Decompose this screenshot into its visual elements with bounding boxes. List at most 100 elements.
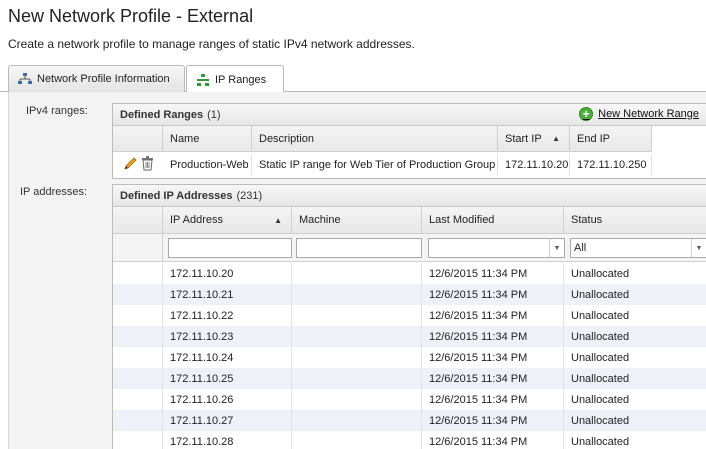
ip-addresses-table: IP Address ▲ Machine Last Modified Status… bbox=[113, 207, 706, 449]
column-header-machine[interactable]: Machine bbox=[292, 207, 422, 234]
defined-ip-addresses-header: Defined IP Addresses (231) bbox=[113, 185, 706, 207]
machine-cell bbox=[292, 389, 422, 410]
tab-network-profile-information[interactable]: Network Profile Information bbox=[8, 65, 185, 92]
column-header-name[interactable]: Name bbox=[163, 126, 252, 152]
status-cell: Unallocated bbox=[571, 330, 630, 343]
range-description: Static IP range for Web Tier of Producti… bbox=[252, 154, 498, 175]
ip-address-cell: 172.11.10.22 bbox=[163, 305, 292, 326]
status-cell: Unallocated bbox=[571, 393, 630, 406]
defined-ranges-header: Defined Ranges (1) + New Network Range bbox=[113, 104, 706, 126]
page-subtitle: Create a network profile to manage range… bbox=[8, 37, 415, 51]
ip-address-filter-input[interactable] bbox=[168, 238, 292, 258]
ip-address-cell: 172.11.10.23 bbox=[163, 326, 292, 347]
delete-icon[interactable] bbox=[141, 156, 154, 174]
ip-address-cell: 172.11.10.21 bbox=[163, 284, 292, 305]
last-modified-cell: 12/6/2015 11:34 PM bbox=[422, 263, 564, 284]
table-row[interactable]: 172.11.10.25 12/6/2015 11:34 PM Unallocate… bbox=[113, 368, 706, 389]
status-cell: Unallocated bbox=[571, 351, 630, 364]
row-gutter bbox=[113, 368, 163, 389]
last-modified-cell: 12/6/2015 11:34 PM bbox=[422, 305, 564, 326]
table-row[interactable]: 172.11.10.26 12/6/2015 11:34 PM Unallocate… bbox=[113, 389, 706, 410]
machine-cell bbox=[292, 368, 422, 389]
add-icon: + bbox=[579, 107, 594, 121]
table-row[interactable]: 172.11.10.21 12/6/2015 11:34 PM Unallocate… bbox=[113, 284, 706, 305]
status-cell: Unallocated bbox=[571, 414, 630, 427]
column-header-blank bbox=[113, 207, 163, 234]
row-gutter bbox=[113, 305, 163, 326]
machine-filter-input[interactable] bbox=[296, 238, 422, 258]
column-header-start-ip[interactable]: Start IP ▲ bbox=[498, 126, 570, 152]
row-gutter bbox=[113, 263, 163, 284]
new-network-range-link[interactable]: + New Network Range bbox=[579, 107, 699, 121]
table-row[interactable]: 172.11.10.23 12/6/2015 11:34 PM Unallocate… bbox=[113, 326, 706, 347]
last-modified-cell: 12/6/2015 11:34 PM bbox=[422, 431, 564, 449]
last-modified-cell: 12/6/2015 11:34 PM bbox=[422, 410, 564, 431]
ipv4-ranges-label: IPv4 ranges: bbox=[26, 105, 88, 117]
table-row[interactable]: 172.11.10.20 12/6/2015 11:34 PM Unallocate… bbox=[113, 263, 706, 284]
ip-address-cell: 172.11.10.28 bbox=[163, 431, 292, 449]
tab-bar: Network Profile Information IP Ranges bbox=[0, 65, 706, 93]
table-row[interactable]: 172.11.10.22 12/6/2015 11:34 PM Unallocate… bbox=[113, 305, 706, 326]
chevron-down-icon: ▼ bbox=[549, 239, 564, 257]
tab-label: Network Profile Information bbox=[37, 73, 170, 85]
filter-row: ▼ All ▼ bbox=[113, 234, 706, 262]
status-cell: Unallocated bbox=[571, 309, 630, 322]
edit-icon[interactable] bbox=[123, 156, 137, 174]
ranges-count: (1) bbox=[207, 108, 221, 121]
status-cell: Unallocated bbox=[571, 372, 630, 385]
machine-cell bbox=[292, 347, 422, 368]
ip-address-cell: 172.11.10.26 bbox=[163, 389, 292, 410]
row-gutter bbox=[113, 431, 163, 449]
ip-address-cell: 172.11.10.20 bbox=[163, 263, 292, 284]
panel-title: Defined Ranges bbox=[120, 108, 204, 121]
last-modified-filter-select[interactable]: ▼ bbox=[428, 238, 565, 258]
ip-addresses-label: IP addresses: bbox=[20, 186, 88, 198]
column-header-ip-address[interactable]: IP Address ▲ bbox=[163, 207, 292, 234]
machine-cell bbox=[292, 431, 422, 449]
machine-cell bbox=[292, 284, 422, 305]
ip-address-cell: 172.11.10.27 bbox=[163, 410, 292, 431]
ip-ranges-icon bbox=[196, 73, 210, 86]
network-icon bbox=[18, 73, 32, 85]
status-cell: Unallocated bbox=[571, 267, 630, 280]
range-name: Production-Web bbox=[163, 154, 252, 175]
row-gutter bbox=[113, 284, 163, 305]
range-start-ip: 172.11.10.20 bbox=[498, 154, 570, 175]
ip-address-cell: 172.11.10.24 bbox=[163, 347, 292, 368]
last-modified-cell: 12/6/2015 11:34 PM bbox=[422, 347, 564, 368]
column-header-status[interactable]: Status bbox=[564, 207, 706, 234]
table-row[interactable]: Production-Web Static IP range for Web T… bbox=[113, 152, 706, 176]
table-row[interactable]: 172.11.10.24 12/6/2015 11:34 PM Unallocate… bbox=[113, 347, 706, 368]
last-modified-cell: 12/6/2015 11:34 PM bbox=[422, 326, 564, 347]
chevron-down-icon: ▼ bbox=[691, 239, 706, 257]
tab-label: IP Ranges bbox=[215, 73, 267, 86]
machine-cell bbox=[292, 410, 422, 431]
table-row[interactable]: 172.11.10.27 12/6/2015 11:34 PM Unallocate… bbox=[113, 410, 706, 431]
last-modified-cell: 12/6/2015 11:34 PM bbox=[422, 389, 564, 410]
sort-ascending-icon: ▲ bbox=[552, 134, 560, 143]
column-header-actions bbox=[113, 126, 163, 152]
status-cell: Unallocated bbox=[571, 288, 630, 301]
range-end-ip: 172.11.10.250 bbox=[570, 154, 652, 175]
table-row[interactable]: 172.11.10.28 12/6/2015 11:34 PM Unallocate… bbox=[113, 431, 706, 449]
status-filter-select[interactable]: All ▼ bbox=[570, 238, 706, 258]
tab-content: IPv4 ranges: Defined Ranges (1) + New Ne… bbox=[8, 92, 706, 449]
row-gutter bbox=[113, 410, 163, 431]
column-header-description[interactable]: Description bbox=[252, 126, 498, 152]
tab-ip-ranges[interactable]: IP Ranges bbox=[186, 65, 284, 93]
machine-cell bbox=[292, 263, 422, 284]
ranges-table: Name Description Start IP ▲ End IP Produ… bbox=[113, 126, 706, 178]
row-gutter bbox=[113, 389, 163, 410]
status-cell: Unallocated bbox=[571, 435, 630, 448]
row-gutter bbox=[113, 347, 163, 368]
machine-cell bbox=[292, 305, 422, 326]
panel-title: Defined IP Addresses bbox=[120, 189, 233, 202]
sort-ascending-icon: ▲ bbox=[274, 215, 282, 225]
last-modified-cell: 12/6/2015 11:34 PM bbox=[422, 284, 564, 305]
page-title: New Network Profile - External bbox=[8, 6, 254, 26]
defined-ip-addresses-panel: Defined IP Addresses (231) IP Address ▲ M… bbox=[112, 184, 706, 449]
column-header-end-ip[interactable]: End IP bbox=[570, 126, 652, 152]
column-header-last-modified[interactable]: Last Modified bbox=[422, 207, 564, 234]
ip-addresses-count: (231) bbox=[236, 189, 263, 202]
machine-cell bbox=[292, 326, 422, 347]
